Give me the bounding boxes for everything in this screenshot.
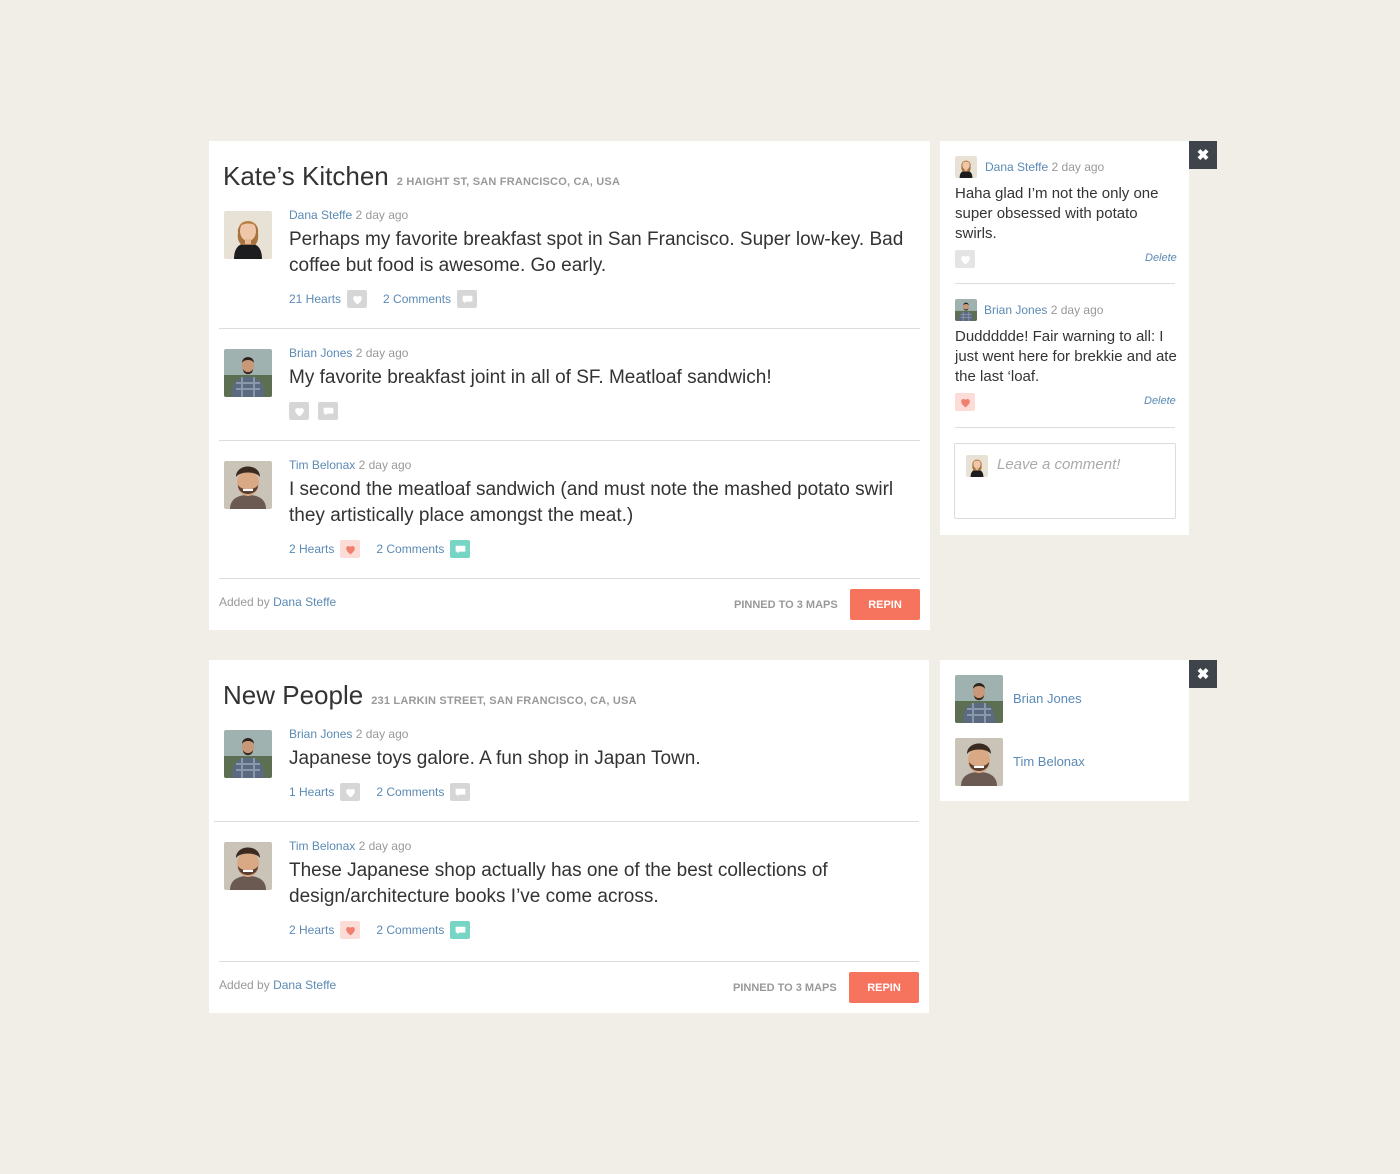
- post-actions: 1 Hearts 2 Comments: [289, 783, 486, 801]
- comment-bubble-icon[interactable]: [318, 402, 338, 420]
- post-text: These Japanese shop actually has one of …: [289, 860, 828, 907]
- post-divider: [219, 440, 920, 441]
- hearts-panel: Brian Jones Tim Belonax: [940, 660, 1189, 801]
- added-by-label: Added by: [219, 595, 270, 609]
- comment-divider: [955, 283, 1175, 284]
- place-name: New People: [223, 680, 364, 710]
- post-author-link[interactable]: Dana Steffe: [289, 208, 352, 222]
- comment-meta: Dana Steffe 2 day ago: [985, 160, 1104, 174]
- added-by: Added by Dana Steffe: [219, 978, 336, 992]
- post-actions: 2 Hearts 2 Comments: [289, 540, 486, 558]
- added-by-user-link[interactable]: Dana Steffe: [273, 595, 336, 609]
- post-meta: Brian Jones 2 day ago: [289, 346, 408, 360]
- post-divider: [219, 328, 920, 329]
- hearts-count-link[interactable]: 2 Hearts: [289, 923, 334, 937]
- comment-text: Duddddde! Fair warning to all: I just we…: [955, 328, 1177, 385]
- comment-bubble-icon[interactable]: [450, 783, 471, 801]
- comment-time: 2 day ago: [1050, 303, 1104, 317]
- comment-bubble-icon[interactable]: [450, 540, 471, 558]
- comments-count-link[interactable]: 2 Comments: [376, 542, 444, 556]
- heart-icon[interactable]: [289, 402, 309, 420]
- heart-icon[interactable]: [340, 540, 361, 558]
- comment-avatar[interactable]: [955, 299, 977, 321]
- place-card-new-people: New People 231 Larkin Street, San Franci…: [209, 660, 929, 1013]
- post-actions: 21 Hearts 2 Comments: [289, 290, 493, 308]
- post-time: 2 day ago: [358, 839, 412, 853]
- repin-button[interactable]: Repin: [850, 589, 920, 620]
- comment-author-link[interactable]: Dana Steffe: [985, 160, 1048, 174]
- comment-time: 2 day ago: [1051, 160, 1105, 174]
- comments-panel: Dana Steffe 2 day ago Haha glad I’m not …: [940, 141, 1189, 535]
- repin-button[interactable]: Repin: [849, 972, 919, 1003]
- user-link[interactable]: Tim Belonax: [1013, 754, 1085, 769]
- place-name: Kate’s Kitchen: [223, 161, 389, 191]
- user-link[interactable]: Brian Jones: [1013, 691, 1082, 706]
- heart-icon[interactable]: [955, 250, 975, 268]
- comment-input[interactable]: [997, 456, 1167, 473]
- post-text: Japanese toys galore. A fun shop in Japa…: [289, 748, 701, 769]
- comment-bubble-icon[interactable]: [457, 290, 478, 308]
- comment-bubble-icon[interactable]: [450, 921, 471, 939]
- delete-comment-link[interactable]: Delete: [1145, 252, 1177, 264]
- comment-meta: Brian Jones 2 day ago: [984, 303, 1103, 317]
- post-time: 2 day ago: [355, 208, 409, 222]
- heart-icon[interactable]: [340, 921, 361, 939]
- current-user-avatar: [966, 455, 988, 477]
- close-icon[interactable]: ✖: [1189, 141, 1217, 169]
- delete-comment-link[interactable]: Delete: [1144, 395, 1176, 407]
- post-author-link[interactable]: Tim Belonax: [289, 458, 355, 472]
- heart-icon[interactable]: [955, 393, 975, 411]
- post-time: 2 day ago: [355, 346, 409, 360]
- close-icon[interactable]: ✖: [1189, 660, 1217, 688]
- comments-count-link[interactable]: 2 Comments: [376, 785, 444, 799]
- comments-count-link[interactable]: 2 Comments: [383, 292, 451, 306]
- heart-icon[interactable]: [347, 290, 368, 308]
- hearts-count-link[interactable]: 1 Hearts: [289, 785, 334, 799]
- post-actions: [289, 402, 347, 420]
- comment-input-box[interactable]: [954, 443, 1176, 519]
- footer-divider: [219, 961, 919, 962]
- comment-author-link[interactable]: Brian Jones: [984, 303, 1047, 317]
- added-by-label: Added by: [219, 978, 270, 992]
- footer-divider: [219, 578, 920, 579]
- place-address: 231 Larkin Street, San Francisco, CA, US…: [371, 695, 637, 707]
- comments-count-link[interactable]: 2 Comments: [376, 923, 444, 937]
- avatar[interactable]: [955, 738, 1003, 786]
- pinned-count[interactable]: Pinned to 3 maps: [734, 599, 838, 611]
- comment-text: Haha glad I’m not the only one super obs…: [955, 185, 1159, 242]
- post-author-link[interactable]: Tim Belonax: [289, 839, 355, 853]
- post-time: 2 day ago: [355, 727, 409, 741]
- post-text: Perhaps my favorite breakfast spot in Sa…: [289, 229, 904, 276]
- post-meta: Tim Belonax 2 day ago: [289, 458, 411, 472]
- hearts-count-link[interactable]: 2 Hearts: [289, 542, 334, 556]
- avatar[interactable]: [224, 842, 272, 890]
- avatar[interactable]: [224, 461, 272, 509]
- place-title-row: New People 231 Larkin Street, San Franci…: [223, 680, 637, 711]
- post-author-link[interactable]: Brian Jones: [289, 727, 352, 741]
- place-address: 2 Haight St, San Francisco, CA, USA: [396, 176, 621, 188]
- comment-avatar[interactable]: [955, 156, 977, 178]
- post-text: My favorite breakfast joint in all of SF…: [289, 367, 772, 388]
- hearts-count-link[interactable]: 21 Hearts: [289, 292, 341, 306]
- post-text: I second the meatloaf sandwich (and must…: [289, 479, 894, 526]
- comment-divider: [955, 427, 1175, 428]
- post-actions: 2 Hearts 2 Comments: [289, 921, 486, 939]
- added-by-user-link[interactable]: Dana Steffe: [273, 978, 336, 992]
- avatar[interactable]: [224, 730, 272, 778]
- post-meta: Dana Steffe 2 day ago: [289, 208, 408, 222]
- pinned-count[interactable]: Pinned to 3 maps: [733, 982, 837, 994]
- heart-icon[interactable]: [340, 783, 361, 801]
- post-author-link[interactable]: Brian Jones: [289, 346, 352, 360]
- post-time: 2 day ago: [358, 458, 412, 472]
- place-title-row: Kate’s Kitchen 2 Haight St, San Francisc…: [223, 161, 620, 192]
- post-divider: [214, 821, 919, 822]
- post-meta: Brian Jones 2 day ago: [289, 727, 408, 741]
- avatar[interactable]: [955, 675, 1003, 723]
- added-by: Added by Dana Steffe: [219, 595, 336, 609]
- avatar[interactable]: [224, 349, 272, 397]
- avatar[interactable]: [224, 211, 272, 259]
- place-card-kates-kitchen: Kate’s Kitchen 2 Haight St, San Francisc…: [209, 141, 930, 630]
- post-meta: Tim Belonax 2 day ago: [289, 839, 411, 853]
